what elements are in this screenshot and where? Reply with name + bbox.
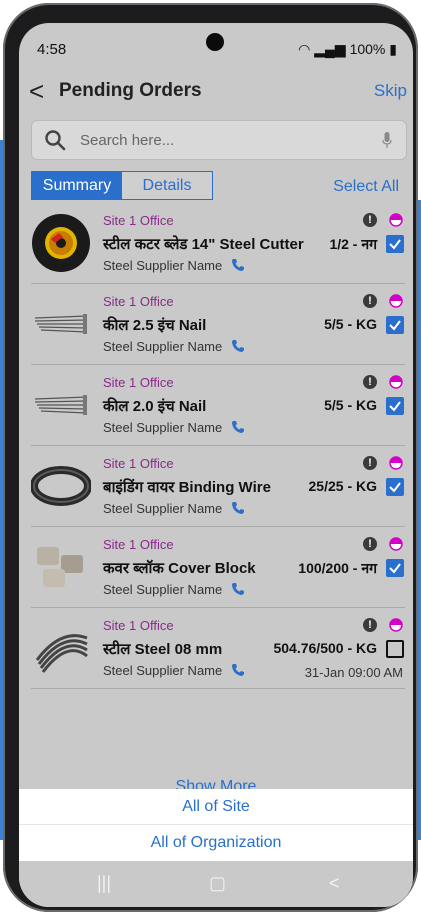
battery-icon: ▮ [389,41,397,57]
app-header: < Pending Orders Skip [19,75,413,111]
info-icon[interactable]: ! [363,294,377,308]
site-label: Site 1 Office [103,456,174,471]
item-name: स्टील कटर ब्लेड 14" Steel Cutter [103,236,304,253]
bottom-sheet: All of Site All of Organization [19,789,413,861]
list-item[interactable]: Site 1 Office कील 2.0 इंच Nail Steel Sup… [31,365,405,446]
status-icons: ◠ ▂▄▆ 100% ▮ [298,41,397,58]
site-label: Site 1 Office [103,213,174,228]
call-icon[interactable] [231,663,245,677]
status-half-circle-icon [389,456,403,470]
status-time: 4:58 [37,41,67,58]
status-half-circle-icon [389,213,403,227]
search-bar: Search here... [31,120,407,160]
battery-level: 100% [349,41,386,57]
steel-rods-image [35,634,88,673]
quantity: 1/2 - नग [329,236,377,252]
microphone-icon[interactable] [382,132,392,148]
call-icon[interactable] [231,258,245,272]
item-name: स्टील Steel 08 mm [103,641,223,658]
list-item[interactable]: Site 1 Office स्टील कटर ब्लेड 14" Steel … [31,203,405,284]
row-checkbox[interactable] [386,235,404,253]
list-item[interactable]: Site 1 Office बाइंडिंग वायर Binding Wire… [31,446,405,527]
info-icon[interactable]: ! [363,618,377,632]
row-checkbox[interactable] [386,478,404,496]
supplier-name: Steel Supplier Name [103,339,223,354]
wifi-icon: ◠ [298,41,311,57]
call-icon[interactable] [231,420,245,434]
order-list: Site 1 Office स्टील कटर ब्लेड 14" Steel … [19,203,413,689]
info-icon[interactable]: ! [363,375,377,389]
tab-summary[interactable]: Summary [32,172,122,199]
search-input[interactable]: Search here... [80,132,174,149]
phone-frame: 4:58 ◠ ▂▄▆ 100% ▮ < Pending Orders Skip … [3,3,418,912]
site-label: Site 1 Office [103,375,174,390]
status-half-circle-icon [389,375,403,389]
info-icon[interactable]: ! [363,456,377,470]
supplier-name: Steel Supplier Name [103,582,223,597]
nails-image [34,314,88,334]
item-name: कवर ब्लॉक Cover Block [103,560,256,577]
cover-block-image [37,547,83,587]
supplier-name: Steel Supplier Name [103,501,223,516]
supplier-name: Steel Supplier Name [103,420,223,435]
status-half-circle-icon [389,618,403,632]
status-half-circle-icon [389,537,403,551]
site-label: Site 1 Office [103,537,174,552]
supplier-name: Steel Supplier Name [103,258,223,273]
camera-hole [206,33,224,51]
info-icon[interactable]: ! [363,213,377,227]
list-item[interactable]: Site 1 Office कवर ब्लॉक Cover Block Stee… [31,527,405,608]
list-item[interactable]: Site 1 Office स्टील Steel 08 mm Steel Su… [31,608,405,689]
call-icon[interactable] [231,339,245,353]
delivery-date: 31-Jan 09:00 AM [304,665,403,680]
quantity: 5/5 - KG [324,397,377,413]
quantity: 504.76/500 - KG [273,640,377,656]
quantity: 25/25 - KG [308,478,377,494]
row-checkbox[interactable] [386,640,404,658]
search-icon [45,130,66,151]
nails-image [34,395,88,415]
view-tabs: Summary Details [31,171,213,200]
page-title: Pending Orders [59,80,202,101]
back-button[interactable]: < [29,77,44,105]
binding-wire-image [31,466,91,506]
recents-icon[interactable]: ||| [97,873,111,894]
cutter-blade-image [32,214,90,272]
system-nav-bar: ||| ▢ < [19,861,413,907]
all-of-site-option[interactable]: All of Site [19,789,413,824]
back-nav-icon[interactable]: < [329,873,340,894]
all-of-organization-option[interactable]: All of Organization [19,824,413,860]
screen: 4:58 ◠ ▂▄▆ 100% ▮ < Pending Orders Skip … [19,23,413,907]
site-label: Site 1 Office [103,618,174,633]
list-item[interactable]: Site 1 Office कील 2.5 इंच Nail Steel Sup… [31,284,405,365]
select-all-button[interactable]: Select All [333,178,399,196]
site-label: Site 1 Office [103,294,174,309]
item-name: कील 2.5 इंच Nail [103,317,207,334]
info-icon[interactable]: ! [363,537,377,551]
home-icon[interactable]: ▢ [209,873,226,894]
quantity: 5/5 - KG [324,316,377,332]
row-checkbox[interactable] [386,397,404,415]
item-name: बाइंडिंग वायर Binding Wire [103,479,271,496]
signal-icon: ▂▄▆ [314,41,346,57]
quantity: 100/200 - नग [298,560,377,576]
tab-details[interactable]: Details [122,172,212,199]
item-name: कील 2.0 इंच Nail [103,398,207,415]
status-half-circle-icon [389,294,403,308]
row-checkbox[interactable] [386,559,404,577]
supplier-name: Steel Supplier Name [103,663,223,678]
skip-button[interactable]: Skip [374,81,407,101]
row-checkbox[interactable] [386,316,404,334]
call-icon[interactable] [231,501,245,515]
call-icon[interactable] [231,582,245,596]
